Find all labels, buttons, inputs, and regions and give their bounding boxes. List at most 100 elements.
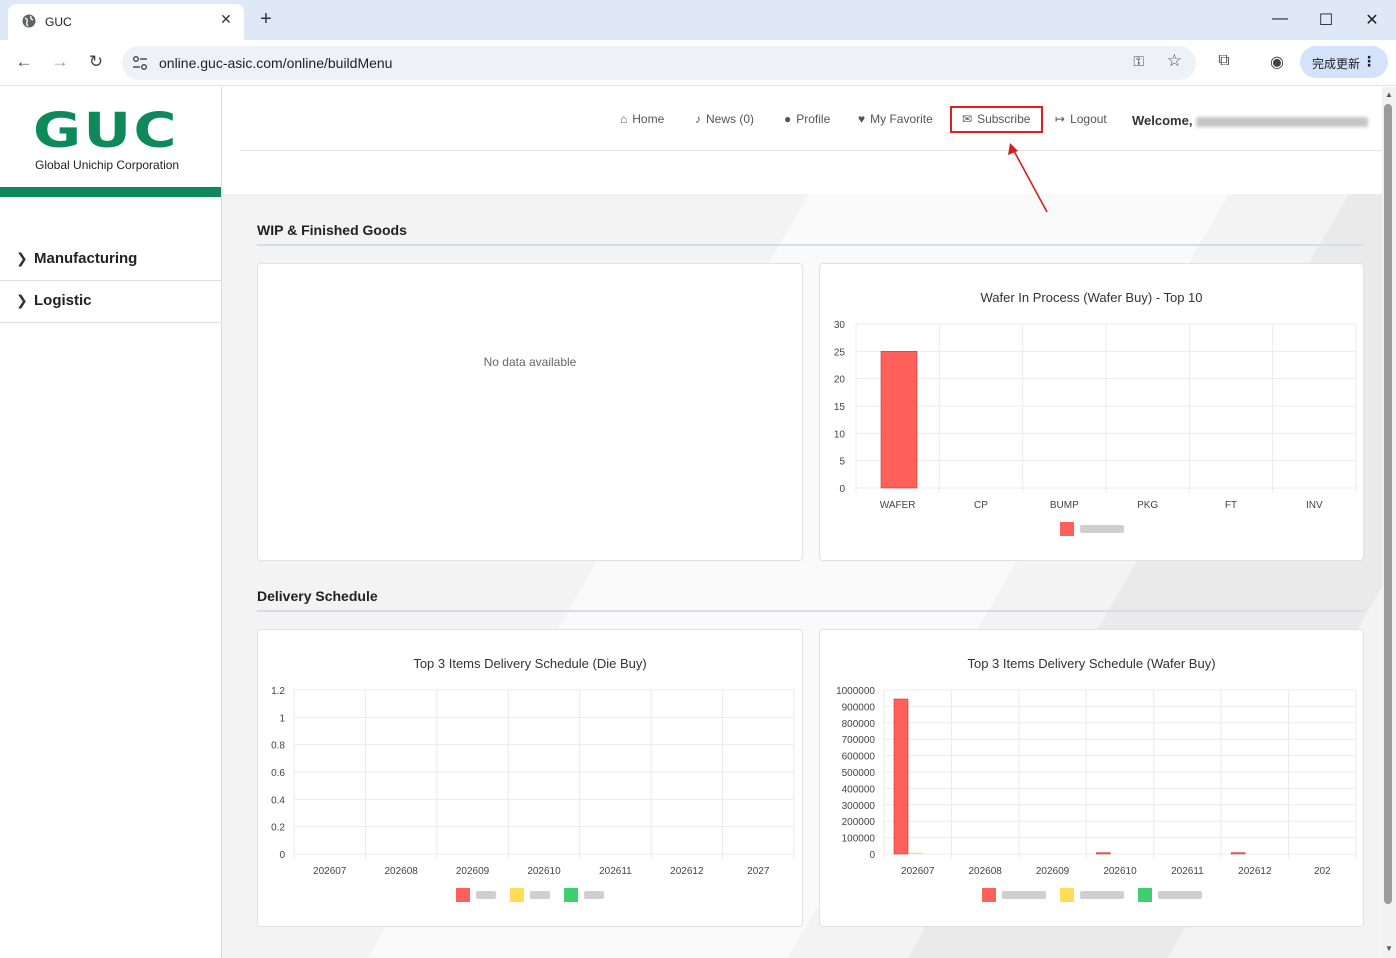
globe-icon xyxy=(22,14,36,28)
chart-wafer-in-process: 30 25 20 15 10 5 0 WAFER CP BUMP PKG FT INV xyxy=(834,320,1357,536)
legend-swatch[interactable] xyxy=(456,888,470,902)
envelope-icon: ✉ xyxy=(962,112,973,126)
legend-swatch[interactable] xyxy=(1060,888,1074,902)
y-tick-label: 20 xyxy=(834,375,846,386)
sidebar-item-label: Logistic xyxy=(34,292,92,309)
page-header: ⌂ Home ♪ News (0) ● Profile ♥ My Favorite ✉ S… xyxy=(222,87,1382,194)
x-tick-label: 202608 xyxy=(384,866,418,877)
legend-label-redacted xyxy=(1158,891,1202,899)
close-window-icon[interactable]: ✕ xyxy=(1362,10,1382,30)
password-key-icon[interactable]: ⚿ xyxy=(1133,53,1144,70)
bar[interactable] xyxy=(893,698,909,855)
extensions-icon[interactable]: ⧉ xyxy=(1213,52,1235,74)
y-tick-label: 600000 xyxy=(842,752,876,763)
user-name-redacted xyxy=(1196,116,1369,127)
section-title-wip: WIP & Finished Goods xyxy=(257,222,407,238)
chevron-right-icon: ❯ xyxy=(16,292,28,308)
nav-subscribe[interactable]: ✉ Subscribe xyxy=(962,112,1030,126)
nav-label: Profile xyxy=(796,112,831,126)
sidebar: GUC Global Unichip Corporation ❯ Manufac… xyxy=(0,87,222,958)
legend-swatch[interactable] xyxy=(510,888,524,902)
legend-label-redacted xyxy=(530,891,550,899)
welcome-label: Welcome, xyxy=(1132,113,1193,128)
y-tick-label: 500000 xyxy=(842,768,876,779)
scroll-down-icon[interactable]: ▼ xyxy=(1384,944,1394,953)
y-tick-label: 0.8 xyxy=(271,741,285,752)
update-label: 完成更新 xyxy=(1312,57,1361,71)
x-tick-label: FT xyxy=(1225,500,1237,511)
browser-tab[interactable]: GUC ✕ xyxy=(8,4,244,40)
tab-title: GUC xyxy=(45,15,72,29)
nav-my-favorite[interactable]: ♥ My Favorite xyxy=(858,112,933,126)
legend-swatch[interactable] xyxy=(982,888,996,902)
heart-icon: ♥ xyxy=(858,112,866,126)
header-divider xyxy=(240,150,1382,151)
bar[interactable] xyxy=(1095,852,1111,855)
nav-label: My Favorite xyxy=(870,112,933,126)
y-tick-label: 200000 xyxy=(842,817,876,828)
sidebar-item-manufacturing[interactable]: ❯ Manufacturing xyxy=(0,239,221,281)
x-tick-label: PKG xyxy=(1137,500,1158,511)
logo: GUC xyxy=(33,103,179,159)
home-icon: ⌂ xyxy=(620,112,628,126)
profile-icon[interactable]: ◉ xyxy=(1266,52,1288,74)
x-tick-label: 202609 xyxy=(456,866,490,877)
browser-tab-bar: GUC ✕ + — ☐ ✕ xyxy=(0,0,1396,40)
legend-swatch[interactable] xyxy=(1138,888,1152,902)
maximize-icon[interactable]: ☐ xyxy=(1316,10,1336,30)
x-tick-label: 2027 xyxy=(747,866,770,877)
section-divider xyxy=(257,610,1364,612)
y-tick-label: 0.6 xyxy=(271,768,285,779)
y-tick-label: 0 xyxy=(869,850,875,861)
y-tick-label: 10 xyxy=(834,429,846,440)
y-tick-label: 0.4 xyxy=(271,795,285,806)
bookmark-star-icon[interactable]: ☆ xyxy=(1167,51,1182,71)
bell-icon: ♪ xyxy=(695,112,701,126)
x-tick-label: 202612 xyxy=(1238,866,1272,877)
back-icon[interactable]: ← xyxy=(13,52,35,74)
card-delivery-die-buy: Top 3 Items Delivery Schedule (Die Buy) … xyxy=(257,629,803,927)
section-title-delivery: Delivery Schedule xyxy=(257,588,378,604)
no-data-text: No data available xyxy=(483,355,577,369)
legend-swatch[interactable] xyxy=(564,888,578,902)
x-tick-label: WAFER xyxy=(880,500,916,511)
x-tick-label: 202607 xyxy=(901,866,935,877)
sidebar-item-logistic[interactable]: ❯ Logistic xyxy=(0,281,221,323)
nav-news[interactable]: ♪ News (0) xyxy=(695,112,754,126)
reload-icon[interactable]: ↻ xyxy=(85,52,107,74)
chevron-right-icon: ❯ xyxy=(16,250,28,266)
close-tab-icon[interactable]: ✕ xyxy=(218,11,234,28)
new-tab-icon[interactable]: + xyxy=(256,8,276,31)
scroll-up-icon[interactable]: ▲ xyxy=(1384,90,1394,99)
chart-delivery-wafer-buy: 1000000900000800000700000600000500000400… xyxy=(836,686,1357,902)
y-tick-label: 700000 xyxy=(842,735,876,746)
bar[interactable] xyxy=(1230,852,1246,855)
legend-swatch[interactable] xyxy=(1060,522,1074,536)
more-menu-icon[interactable]: ⋮ xyxy=(1362,53,1376,70)
logo-subtitle: Global Unichip Corporation xyxy=(35,158,180,172)
sidebar-item-label: Manufacturing xyxy=(34,250,138,267)
logout-icon: ↦ xyxy=(1055,112,1066,126)
bar[interactable] xyxy=(909,852,923,854)
nav-profile[interactable]: ● Profile xyxy=(784,112,830,126)
nav-label: Home xyxy=(632,112,665,126)
x-tick-label: 202609 xyxy=(1036,866,1070,877)
nav-home[interactable]: ⌂ Home xyxy=(620,112,664,126)
minimize-icon[interactable]: — xyxy=(1270,10,1290,30)
x-tick-label: 202611 xyxy=(599,866,632,877)
legend-label-redacted xyxy=(476,891,496,899)
bar[interactable] xyxy=(880,351,918,489)
url-text: online.guc-asic.com/online/buildMenu xyxy=(159,55,393,71)
x-tick-label: 202611 xyxy=(1171,866,1204,877)
chart-delivery-die-buy: 1.2 1 0.8 0.6 0.4 0.2 0 202607 202608 202609 20261… xyxy=(271,686,795,902)
y-tick-label: 1.2 xyxy=(271,686,285,697)
site-settings-icon[interactable] xyxy=(132,55,148,71)
update-button[interactable]: 完成更新 ⋮ xyxy=(1300,46,1388,78)
y-tick-label: 25 xyxy=(834,347,846,358)
address-bar[interactable]: online.guc-asic.com/online/buildMenu ⚿ ☆ xyxy=(122,46,1196,80)
forward-icon[interactable]: → xyxy=(49,52,71,74)
y-tick-label: 0 xyxy=(839,484,845,495)
nav-label: News (0) xyxy=(706,112,755,126)
nav-logout[interactable]: ↦ Logout xyxy=(1055,112,1107,126)
scrollbar-thumb[interactable] xyxy=(1384,104,1392,904)
